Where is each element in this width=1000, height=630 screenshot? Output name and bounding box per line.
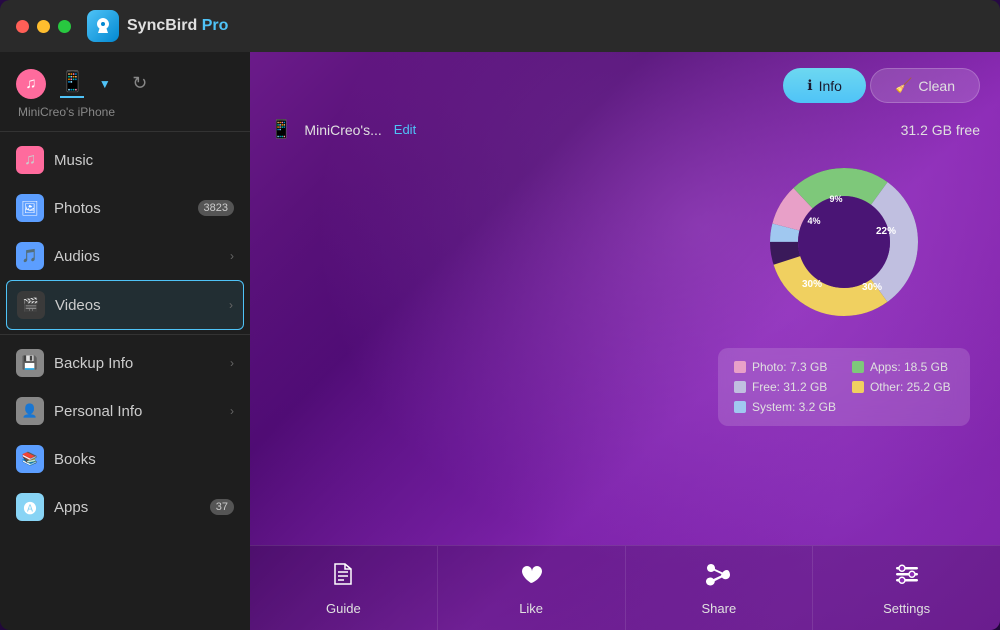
legend-photo: Photo: 7.3 GB bbox=[734, 360, 836, 374]
donut-chart: 22% 30% 30% 9% 4% bbox=[754, 152, 934, 332]
legend-system-label: System: 3.2 GB bbox=[752, 400, 836, 414]
guide-button[interactable]: Guide bbox=[250, 546, 438, 630]
maximize-button[interactable] bbox=[58, 20, 71, 33]
info-label: Info bbox=[819, 78, 842, 94]
sidebar-item-music[interactable]: ♫ Music bbox=[0, 136, 250, 184]
music-nav-icon: ♫ bbox=[16, 146, 44, 174]
legend-apps-dot bbox=[852, 361, 864, 373]
apps-nav-icon: 🅐 bbox=[16, 493, 44, 521]
clean-label: Clean bbox=[918, 78, 955, 94]
music-tab-icon[interactable]: ♫ bbox=[16, 69, 46, 99]
share-label: Share bbox=[702, 601, 737, 616]
clean-button[interactable]: 🧹 Clean bbox=[870, 68, 980, 103]
legend-other: Other: 25.2 GB bbox=[852, 380, 954, 394]
legend-photo-label: Photo: 7.3 GB bbox=[752, 360, 827, 374]
like-button[interactable]: Like bbox=[438, 546, 626, 630]
device-header: ♫ 📱 ▼ ↻ MiniCreo's iPhone bbox=[0, 52, 250, 132]
legend-system: System: 3.2 GB bbox=[734, 400, 836, 414]
settings-icon bbox=[893, 560, 921, 595]
sidebar-item-photos[interactable]: 🖼 Photos 3823 bbox=[0, 184, 250, 232]
app-name: SyncBird Pro bbox=[127, 17, 228, 35]
personal-label: Personal Info bbox=[54, 403, 230, 420]
settings-label: Settings bbox=[883, 601, 930, 616]
bottom-bar: Guide Like Share bbox=[250, 545, 1000, 630]
sidebar-item-backup[interactable]: 💾 Backup Info › bbox=[0, 339, 250, 387]
apps-label: Apps bbox=[54, 499, 210, 516]
app-title: SyncBird Pro bbox=[87, 10, 228, 42]
chart-container: 22% 30% 30% 9% 4% Photo: 7.3 GB bbox=[250, 152, 1000, 426]
app-logo bbox=[87, 10, 119, 42]
books-nav-icon: 📚 bbox=[16, 445, 44, 473]
legend-free-dot bbox=[734, 381, 746, 393]
sidebar: ♫ 📱 ▼ ↻ MiniCreo's iPhone bbox=[0, 52, 250, 630]
legend-free-label: Free: 31.2 GB bbox=[752, 380, 827, 394]
phone-tab-icon[interactable]: 📱 bbox=[60, 69, 85, 98]
svg-text:22%: 22% bbox=[876, 226, 896, 237]
audios-chevron-icon: › bbox=[230, 249, 234, 263]
like-icon bbox=[517, 560, 545, 595]
svg-text:9%: 9% bbox=[829, 194, 842, 204]
audios-nav-icon: 🎵 bbox=[16, 242, 44, 270]
close-button[interactable] bbox=[16, 20, 29, 33]
backup-nav-icon: 💾 bbox=[16, 349, 44, 377]
legend-free: Free: 31.2 GB bbox=[734, 380, 836, 394]
top-toolbar: ℹ Info 🧹 Clean bbox=[250, 52, 1000, 119]
minimize-button[interactable] bbox=[37, 20, 50, 33]
legend-other-dot bbox=[852, 381, 864, 393]
device-dropdown-arrow[interactable]: ▼ bbox=[99, 77, 111, 91]
guide-icon bbox=[329, 560, 357, 595]
music-label: Music bbox=[54, 152, 234, 169]
videos-chevron-icon: › bbox=[229, 298, 233, 312]
device-name-label: MiniCreo's iPhone bbox=[16, 105, 234, 119]
device-edit-button[interactable]: Edit bbox=[394, 122, 416, 137]
clean-icon: 🧹 bbox=[895, 77, 912, 94]
videos-nav-icon: 🎬 bbox=[17, 291, 45, 319]
legend-system-dot bbox=[734, 401, 746, 413]
share-button[interactable]: Share bbox=[626, 546, 814, 630]
backup-chevron-icon: › bbox=[230, 356, 234, 370]
guide-label: Guide bbox=[326, 601, 361, 616]
legend-apps: Apps: 18.5 GB bbox=[852, 360, 954, 374]
photos-nav-icon: 🖼 bbox=[16, 194, 44, 222]
svg-text:30%: 30% bbox=[802, 279, 822, 290]
backup-label: Backup Info bbox=[54, 355, 230, 372]
sidebar-item-audios[interactable]: 🎵 Audios › bbox=[0, 232, 250, 280]
videos-label: Videos bbox=[55, 297, 229, 314]
chart-wrapper: 22% 30% 30% 9% 4% Photo: 7.3 GB bbox=[718, 152, 970, 426]
info-button[interactable]: ℹ Info bbox=[783, 68, 866, 103]
chart-legend: Photo: 7.3 GB Apps: 18.5 GB Free: 31.2 G… bbox=[718, 348, 970, 426]
sidebar-item-videos[interactable]: 🎬 Videos › bbox=[6, 280, 244, 330]
settings-button[interactable]: Settings bbox=[813, 546, 1000, 630]
svg-text:4%: 4% bbox=[807, 216, 820, 226]
sidebar-item-personal[interactable]: 👤 Personal Info › bbox=[0, 387, 250, 435]
device-storage-label: 31.2 GB free bbox=[901, 122, 980, 138]
audios-label: Audios bbox=[54, 248, 230, 265]
personal-nav-icon: 👤 bbox=[16, 397, 44, 425]
traffic-lights bbox=[16, 20, 71, 33]
legend-photo-dot bbox=[734, 361, 746, 373]
info-icon: ℹ bbox=[807, 77, 812, 94]
legend-apps-label: Apps: 18.5 GB bbox=[870, 360, 948, 374]
content-area: ℹ Info 🧹 Clean 📱 MiniCreo's... Edit 31.2… bbox=[250, 52, 1000, 630]
sidebar-item-books[interactable]: 📚 Books bbox=[0, 435, 250, 483]
title-bar: SyncBird Pro bbox=[0, 0, 1000, 52]
device-phone-icon: 📱 bbox=[270, 119, 292, 140]
svg-text:30%: 30% bbox=[862, 282, 882, 293]
apps-badge: 37 bbox=[210, 499, 234, 515]
app-name-suffix: Pro bbox=[197, 17, 228, 34]
legend-other-label: Other: 25.2 GB bbox=[870, 380, 951, 394]
share-icon bbox=[705, 560, 733, 595]
like-label: Like bbox=[519, 601, 543, 616]
sidebar-item-apps[interactable]: 🅐 Apps 37 bbox=[0, 483, 250, 531]
device-info-bar: 📱 MiniCreo's... Edit 31.2 GB free bbox=[250, 119, 1000, 152]
refresh-icon[interactable]: ↻ bbox=[125, 69, 155, 99]
photos-badge: 3823 bbox=[198, 200, 234, 216]
books-label: Books bbox=[54, 451, 234, 468]
photos-label: Photos bbox=[54, 200, 198, 217]
app-window: SyncBird Pro ♫ 📱 bbox=[0, 0, 1000, 630]
device-display-name: MiniCreo's... bbox=[304, 122, 381, 138]
personal-chevron-icon: › bbox=[230, 404, 234, 418]
main-layout: ♫ 📱 ▼ ↻ MiniCreo's iPhone bbox=[0, 52, 1000, 630]
nav-list: ♫ Music 🖼 Photos 3823 🎵 Audios › � bbox=[0, 132, 250, 630]
